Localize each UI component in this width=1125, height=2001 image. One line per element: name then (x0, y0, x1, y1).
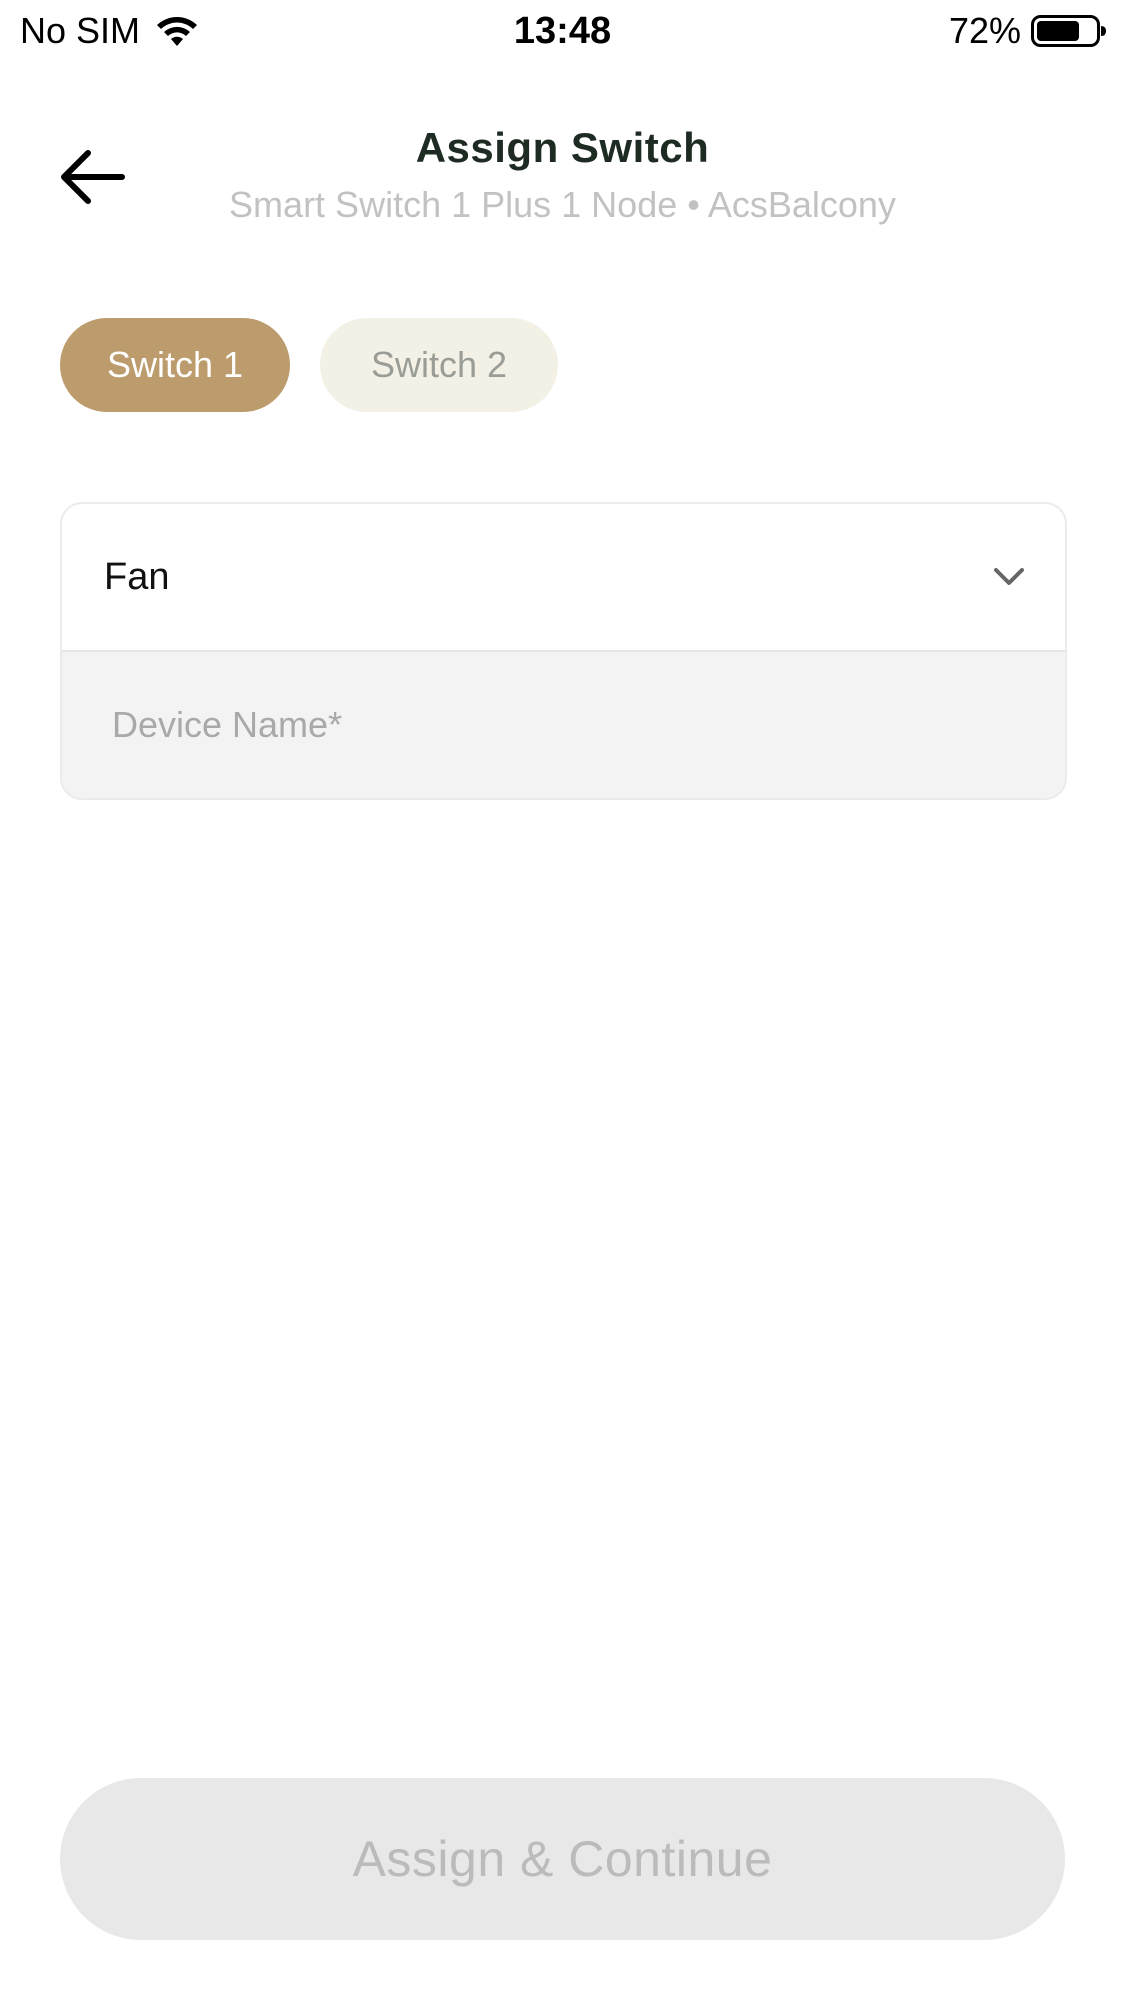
battery-icon (1031, 15, 1106, 47)
assign-continue-button[interactable]: Assign & Continue (60, 1778, 1065, 1940)
device-form: Fan (60, 502, 1067, 800)
battery-group: 72% (949, 10, 1107, 52)
device-name-input[interactable] (62, 652, 1065, 798)
chevron-down-icon (994, 568, 1024, 585)
page-subtitle: Smart Switch 1 Plus 1 Node • AcsBalcony (229, 184, 896, 225)
tab-switch-1[interactable]: Switch 1 (60, 318, 290, 412)
page-title: Assign Switch (415, 124, 710, 171)
battery-percent: 72% (948, 10, 1021, 51)
status-bar: No SIM 13:48 72% (0, 0, 1125, 64)
tab-switch-2[interactable]: Switch 2 (320, 318, 558, 412)
device-type-value: Fan (104, 555, 170, 598)
device-type-select[interactable]: Fan (62, 504, 1065, 652)
